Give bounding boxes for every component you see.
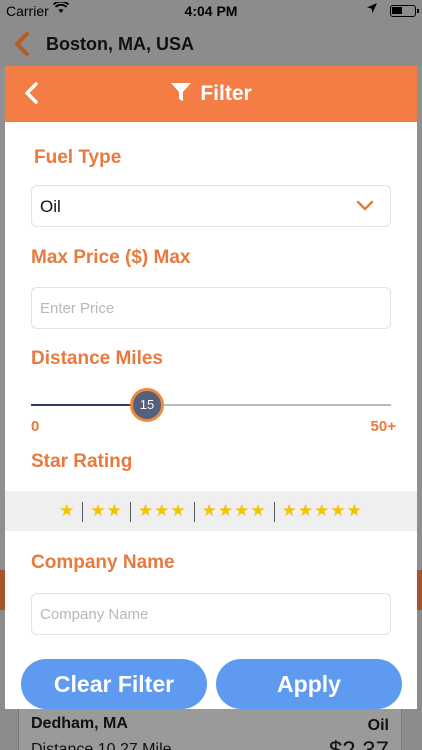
background-nav-title: Boston, MA, USA: [46, 34, 194, 54]
slider-track-empty: [147, 404, 391, 406]
distance-label: Distance Miles: [31, 348, 163, 369]
star-rating-selector: ★ ★★ ★★★ ★★★★ ★★★★★: [5, 491, 417, 531]
location-arrow-icon: [366, 2, 378, 17]
company-name-input[interactable]: [32, 594, 390, 634]
filter-funnel-icon: [170, 81, 192, 109]
background-station-card: Dedham, MA Oil Distance 10.27 Mile $2.37: [18, 706, 402, 750]
battery-icon: [390, 5, 419, 17]
clear-filter-button[interactable]: Clear Filter: [21, 659, 207, 709]
filter-modal: Filter Fuel Type Oil Max Price ($) Max D…: [5, 66, 417, 709]
apply-button[interactable]: Apply: [216, 659, 402, 709]
star-option-4[interactable]: ★★★★: [195, 491, 274, 531]
star-option-2[interactable]: ★★: [83, 491, 129, 531]
station-city: Dedham, MA: [31, 715, 128, 732]
status-time: 4:04 PM: [184, 3, 238, 19]
fuel-type-label: Fuel Type: [34, 147, 122, 168]
distance-slider[interactable]: 15: [31, 388, 391, 428]
max-price-label: Max Price ($) Max: [31, 247, 191, 268]
filter-title: Filter: [5, 81, 417, 109]
chevron-down-icon: [356, 199, 374, 217]
star-option-5[interactable]: ★★★★★: [275, 491, 370, 531]
fuel-type-select[interactable]: Oil: [31, 185, 391, 227]
company-name-field[interactable]: [31, 593, 391, 635]
station-price: $2.37: [329, 737, 389, 750]
background-nav-bar: Boston, MA, USA: [0, 22, 422, 66]
station-distance: Distance 10.27 Mile: [31, 741, 172, 750]
max-price-field[interactable]: [31, 287, 391, 329]
station-fuel: Oil: [367, 717, 389, 734]
star-option-1[interactable]: ★: [52, 491, 82, 531]
max-price-input[interactable]: [32, 288, 390, 328]
fuel-type-value: Oil: [40, 197, 61, 216]
slider-thumb[interactable]: 15: [130, 388, 164, 422]
slider-max-label: 50+: [370, 418, 396, 435]
company-name-label: Company Name: [31, 552, 175, 573]
filter-header: Filter: [5, 66, 417, 122]
filter-title-label: Filter: [200, 82, 252, 105]
star-option-3[interactable]: ★★★: [131, 491, 194, 531]
chevron-left-icon: [12, 30, 32, 65]
star-rating-label: Star Rating: [31, 451, 133, 472]
slider-min-label: 0: [31, 418, 40, 435]
status-bar: Carrier 4:04 PM: [0, 0, 422, 22]
